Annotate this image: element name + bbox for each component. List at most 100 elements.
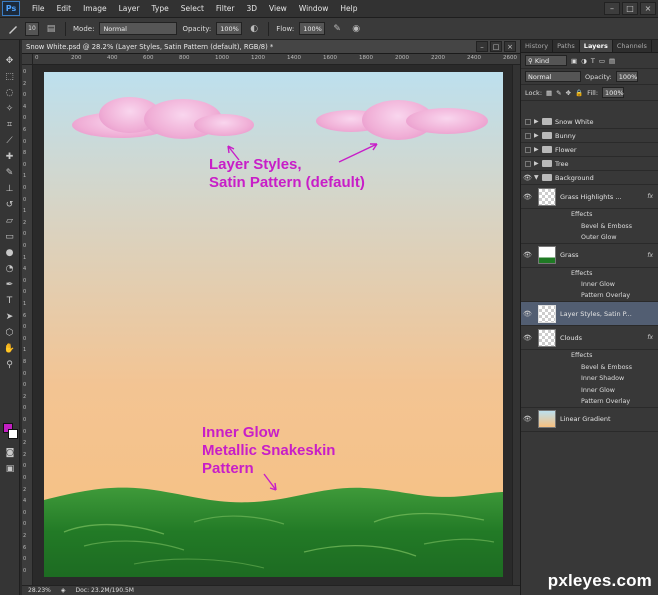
gradient-icon[interactable]: ▭	[3, 230, 17, 244]
expand-arrow-icon[interactable]: ▶	[534, 118, 542, 125]
layer-group-background[interactable]: 👁 ▼ Background	[521, 171, 658, 185]
menu-edit[interactable]: Edit	[51, 4, 78, 13]
blend-mode-select[interactable]: Normal	[525, 71, 581, 82]
filter-type-icon[interactable]: T	[591, 57, 595, 65]
layer-layer-styles[interactable]: 👁 Layer Styles, Satin P...	[521, 302, 658, 326]
minimize-button[interactable]: –	[604, 2, 620, 15]
menu-file[interactable]: File	[26, 4, 51, 13]
doc-maximize-button[interactable]: □	[490, 41, 502, 52]
lock-all-icon[interactable]: 🔒	[575, 89, 583, 97]
move-icon[interactable]: ✥	[3, 54, 17, 68]
filter-smart-icon[interactable]: ▤	[609, 57, 615, 65]
kind-filter-select[interactable]: ⚲ Kind	[525, 55, 567, 66]
eye-icon[interactable]: 👁	[521, 310, 534, 318]
effect-item[interactable]: Inner Glow	[521, 279, 658, 291]
expand-arrow-icon[interactable]: ▶	[534, 132, 542, 139]
brush-tool-icon[interactable]	[6, 22, 20, 36]
lock-move-icon[interactable]: ✥	[566, 89, 571, 97]
hand-icon[interactable]: ✋	[3, 342, 17, 356]
maximize-button[interactable]: □	[622, 2, 638, 15]
layer-group-snow-white[interactable]: ▶ Snow White	[521, 115, 658, 129]
menu-image[interactable]: Image	[77, 4, 113, 13]
layer-group-bunny[interactable]: ▶ Bunny	[521, 129, 658, 143]
eye-icon[interactable]: 👁	[521, 251, 534, 259]
screen-mode-icon[interactable]: ▣	[3, 462, 17, 476]
effects-header[interactable]: Effects	[521, 350, 658, 362]
vertical-ruler[interactable]: 0 2 0 4 0 6 0 8 0 1 0 0 1 2 0 0 1 4 0 0 1 6 0 0 1 8 0 0 2 0 0 0 2 2 0 0 2 4 0 0…	[22, 65, 33, 585]
airbrush-icon[interactable]: ✎	[330, 22, 344, 36]
close-button[interactable]: ×	[640, 2, 656, 15]
effect-item[interactable]: Inner Glow	[521, 385, 658, 397]
menu-layer[interactable]: Layer	[113, 4, 146, 13]
zoom-level[interactable]: 28.23%	[28, 587, 51, 594]
eye-icon[interactable]: 👁	[521, 415, 534, 423]
quick-select-icon[interactable]: ✧	[3, 102, 17, 116]
pressure-opacity-icon[interactable]: ◐	[247, 22, 261, 36]
fx-icon[interactable]: fx	[647, 334, 653, 341]
menu-select[interactable]: Select	[175, 4, 210, 13]
expand-arrow-icon[interactable]: ▶	[534, 146, 542, 153]
background-color-swatch[interactable]	[8, 429, 18, 439]
layer-opacity-input[interactable]: 100%	[615, 71, 638, 82]
opacity-input[interactable]: 100%	[216, 22, 243, 35]
layer-linear-gradient[interactable]: 👁 Linear Gradient	[521, 408, 658, 432]
fx-icon[interactable]: fx	[647, 252, 653, 259]
menu-window[interactable]: Window	[293, 4, 335, 13]
tab-paths[interactable]: Paths	[553, 40, 580, 52]
effect-item[interactable]: Pattern Overlay	[521, 291, 658, 302]
doc-minimize-button[interactable]: –	[476, 41, 488, 52]
mode-select[interactable]: Normal	[99, 22, 178, 35]
flow-input[interactable]: 100%	[299, 22, 326, 35]
layer-grass[interactable]: 👁 Grass fx	[521, 244, 658, 268]
menu-help[interactable]: Help	[334, 4, 363, 13]
visibility-toggle[interactable]	[521, 129, 534, 142]
effect-item[interactable]: Bevel & Emboss	[521, 221, 658, 233]
lock-paint-icon[interactable]: ✎	[556, 89, 561, 97]
tab-layers[interactable]: Layers	[579, 40, 613, 52]
blur-icon[interactable]: ●	[3, 246, 17, 260]
document-tab[interactable]: Snow White.psd @ 28.2% (Layer Styles, Sa…	[22, 40, 520, 54]
layer-group-flower[interactable]: ▶ Flower	[521, 143, 658, 157]
effect-item[interactable]: Pattern Overlay	[521, 396, 658, 408]
stamp-icon[interactable]: ⊥	[3, 182, 17, 196]
visibility-toggle[interactable]	[521, 143, 534, 156]
pen-icon[interactable]: ✒	[3, 278, 17, 292]
layer-group-tree[interactable]: ▶ Tree	[521, 157, 658, 171]
menu-filter[interactable]: Filter	[210, 4, 241, 13]
visibility-toggle[interactable]	[521, 115, 534, 128]
menu-3d[interactable]: 3D	[240, 4, 263, 13]
eye-icon[interactable]: 👁	[521, 334, 534, 342]
healing-icon[interactable]: ✚	[3, 150, 17, 164]
brush-size-picker[interactable]: 10	[25, 21, 39, 36]
tab-channels[interactable]: Channels	[613, 40, 652, 52]
eraser-icon[interactable]: ▱	[3, 214, 17, 228]
visibility-toggle[interactable]	[521, 157, 534, 170]
expand-arrow-icon[interactable]: ▶	[534, 160, 542, 167]
brush-panel-icon[interactable]: ▤	[44, 22, 58, 36]
horizontal-ruler[interactable]: 0 200 400 600 800 1000 1200 1400 1600 1800 2000 220…	[33, 54, 520, 65]
doc-close-button[interactable]: ×	[504, 41, 516, 52]
marquee-icon[interactable]: ⬚	[3, 70, 17, 84]
effect-item[interactable]: Bevel & Emboss	[521, 362, 658, 374]
filter-adjust-icon[interactable]: ◑	[581, 57, 587, 65]
lasso-icon[interactable]: ◌	[3, 86, 17, 100]
tab-history[interactable]: History	[521, 40, 554, 52]
quick-mask-icon[interactable]: ◙	[3, 446, 17, 460]
dodge-icon[interactable]: ◔	[3, 262, 17, 276]
zoom-icon[interactable]: ⚲	[3, 358, 17, 372]
vertical-scrollbar[interactable]	[512, 65, 520, 585]
effects-header[interactable]: Effects	[521, 209, 658, 221]
layer-clouds[interactable]: 👁 Clouds fx	[521, 326, 658, 350]
history-brush-icon[interactable]: ↺	[3, 198, 17, 212]
fill-input[interactable]: 100%	[602, 87, 625, 98]
brush-icon[interactable]: ✎	[3, 166, 17, 180]
filter-pixel-icon[interactable]: ▣	[571, 57, 577, 65]
effect-item[interactable]: Outer Glow	[521, 232, 658, 244]
effects-header[interactable]: Effects	[521, 268, 658, 280]
layer-grass-highlights[interactable]: 👁 Grass Highlights ... fx	[521, 185, 658, 209]
collapse-arrow-icon[interactable]: ▼	[534, 174, 542, 181]
doc-info-icon[interactable]: ◈	[61, 587, 66, 594]
canvas[interactable]: Layer Styles, Satin Pattern (default) In…	[44, 72, 503, 577]
crop-icon[interactable]: ⌗	[3, 118, 17, 132]
type-icon[interactable]: T	[3, 294, 17, 308]
